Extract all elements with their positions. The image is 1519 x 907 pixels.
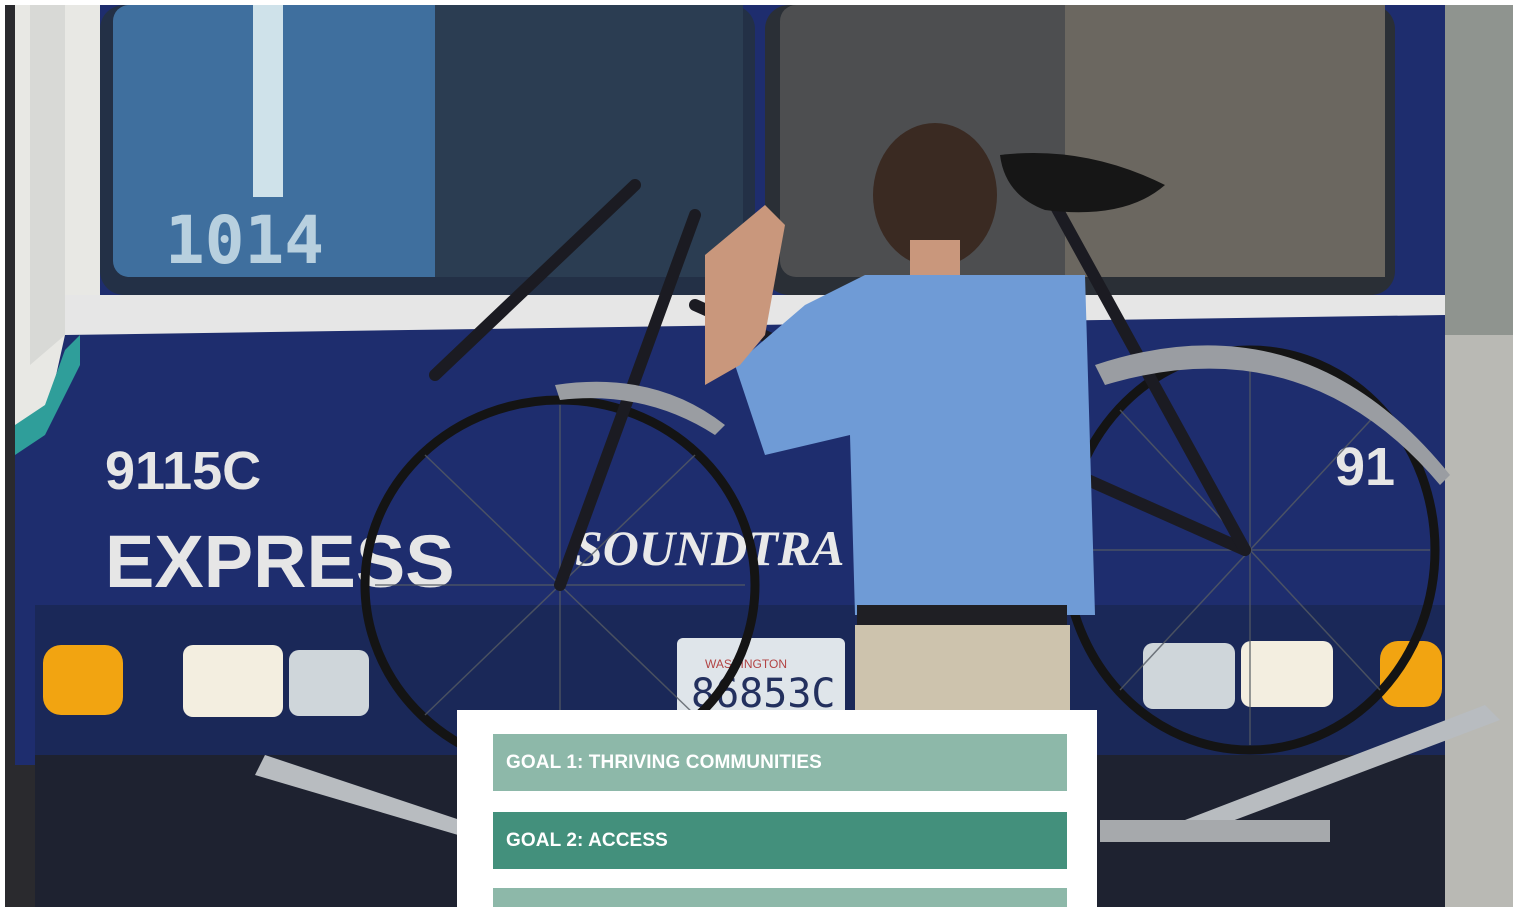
goal-2-bar[interactable]: GOAL 2: ACCESS [493, 812, 1067, 869]
goal-3-bar[interactable] [493, 888, 1067, 907]
goal-1-label: GOAL 1: THRIVING COMMUNITIES [506, 751, 822, 773]
page: 1014 9115C EXPRESS SOUNDTRA 91 WASHINGTO… [0, 0, 1519, 907]
goal-1-bar[interactable]: GOAL 1: THRIVING COMMUNITIES [493, 734, 1067, 791]
fleet-number-text: 1014 [165, 202, 324, 279]
brand-text: SOUNDTRA [575, 520, 844, 576]
goal-card: GOAL 1: THRIVING COMMUNITIES GOAL 2: ACC… [457, 710, 1097, 907]
route-sign-text: EXPRESS [105, 520, 455, 603]
goal-2-label: GOAL 2: ACCESS [506, 829, 668, 851]
plate-state-text: WASHINGTON [705, 657, 787, 671]
right-number-text: 91 [1335, 437, 1395, 497]
bus-number-text: 9115C [105, 441, 261, 501]
